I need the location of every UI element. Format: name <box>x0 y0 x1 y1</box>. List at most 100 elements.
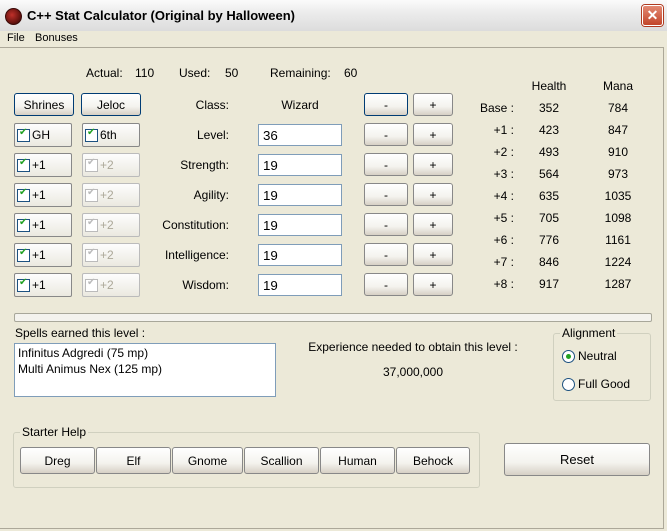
row-label: +8 : <box>493 277 514 291</box>
strength-minus-button[interactable]: - <box>364 153 408 176</box>
wisdom-input[interactable] <box>258 274 342 296</box>
agility-bonus-plus2-checkbox: +2 <box>82 183 140 207</box>
level-minus-button[interactable]: - <box>364 123 408 146</box>
close-icon: ✕ <box>646 7 659 23</box>
class-prev-button[interactable]: - <box>364 93 408 116</box>
level-label: Level: <box>196 128 229 142</box>
check-icon <box>17 187 30 202</box>
agility-input[interactable] <box>258 184 342 206</box>
check-icon <box>17 247 30 262</box>
level-input[interactable] <box>258 124 342 146</box>
wisdom-bonus-plus1-checkbox[interactable]: +1 <box>14 273 72 297</box>
intelligence-input[interactable] <box>258 244 342 266</box>
close-button[interactable]: ✕ <box>642 5 663 26</box>
check-icon <box>17 217 30 232</box>
race-behock-button[interactable]: Behock <box>396 447 470 474</box>
mana-value: 1161 <box>605 233 631 247</box>
agility-bonus-plus1-checkbox[interactable]: +1 <box>14 183 72 207</box>
constitution-bonus-plus1-checkbox[interactable]: +1 <box>14 213 72 237</box>
check-icon <box>17 277 30 292</box>
mana-value: 1035 <box>604 189 632 203</box>
agility-minus-button[interactable]: - <box>364 183 408 206</box>
intelligence-minus-button[interactable]: - <box>364 243 408 266</box>
intelligence-bonus-plus1-checkbox[interactable]: +1 <box>14 243 72 267</box>
check-icon <box>85 157 98 172</box>
row-label: +6 : <box>493 233 514 247</box>
health-value: 846 <box>538 255 560 269</box>
wisdom-minus-button[interactable]: - <box>364 273 408 296</box>
health-value: 705 <box>538 211 560 225</box>
menu-bonuses[interactable]: Bonuses <box>35 32 78 44</box>
agility-plus-button[interactable]: + <box>413 183 453 206</box>
intelligence-label: Intelligence: <box>164 248 229 262</box>
spells-label: Spells earned this level : <box>15 326 146 340</box>
neutral-radio[interactable] <box>562 350 575 363</box>
mana-value: 1224 <box>604 255 632 269</box>
check-icon <box>85 247 98 262</box>
alignment-title: Alignment <box>560 326 618 340</box>
shrines-button[interactable]: Shrines <box>14 93 74 116</box>
check-icon <box>85 217 98 232</box>
mana-value: 1287 <box>604 277 632 291</box>
full-good-label[interactable]: Full Good <box>578 377 630 391</box>
row-label: +7 : <box>493 255 514 269</box>
spells-list[interactable]: Infinitus Adgredi (75 mp) Multi Animus N… <box>14 343 276 397</box>
mana-header: Mana <box>602 79 634 93</box>
constitution-bonus-plus2-checkbox: +2 <box>82 213 140 237</box>
mana-value: 973 <box>607 167 629 181</box>
strength-plus-button[interactable]: + <box>413 153 453 176</box>
race-elf-button[interactable]: Elf <box>96 447 171 474</box>
row-label: +1 : <box>493 123 514 137</box>
full-good-radio[interactable] <box>562 378 575 391</box>
remaining-label: Remaining: <box>270 66 331 80</box>
constitution-minus-button[interactable]: - <box>364 213 408 236</box>
check-icon <box>17 127 30 142</box>
starter-help-title: Starter Help <box>20 425 89 439</box>
mana-value: 847 <box>607 123 629 137</box>
menu-file[interactable]: File <box>7 32 25 44</box>
list-item: Infinitus Adgredi (75 mp) <box>18 346 149 360</box>
row-label: Base : <box>479 101 514 115</box>
menu-bar <box>0 31 667 46</box>
constitution-input[interactable] <box>258 214 342 236</box>
agility-label: Agility: <box>193 188 229 202</box>
wisdom-bonus-plus2-checkbox: +2 <box>82 273 140 297</box>
health-value: 423 <box>538 123 560 137</box>
strength-bonus-plus2-checkbox: +2 <box>82 153 140 177</box>
gh-checkbox[interactable]: GH <box>14 123 72 147</box>
check-icon <box>85 277 98 292</box>
neutral-label[interactable]: Neutral <box>578 349 617 363</box>
mana-value: 784 <box>607 101 629 115</box>
level-plus-button[interactable]: + <box>413 123 453 146</box>
divider <box>14 313 652 322</box>
mana-value: 1098 <box>604 211 632 225</box>
wisdom-plus-button[interactable]: + <box>413 273 453 296</box>
strength-input[interactable] <box>258 154 342 176</box>
used-label: Used: <box>179 66 211 80</box>
intelligence-bonus-plus2-checkbox: +2 <box>82 243 140 267</box>
actual-value: 110 <box>135 66 155 80</box>
race-gnome-button[interactable]: Gnome <box>172 447 243 474</box>
used-value: 50 <box>225 66 239 80</box>
remaining-value: 60 <box>344 66 358 80</box>
row-label: +4 : <box>493 189 514 203</box>
race-scallion-button[interactable]: Scallion <box>244 447 319 474</box>
class-value[interactable]: Wizard <box>258 98 342 112</box>
intelligence-plus-button[interactable]: + <box>413 243 453 266</box>
6th-checkbox[interactable]: 6th <box>82 123 140 147</box>
race-dreg-button[interactable]: Dreg <box>20 447 95 474</box>
check-icon <box>85 127 98 142</box>
jeloc-button[interactable]: Jeloc <box>81 93 141 116</box>
experience-value: 37,000,000 <box>382 365 444 379</box>
reset-button[interactable]: Reset <box>504 443 650 476</box>
strength-label: Strength: <box>180 158 229 172</box>
constitution-plus-button[interactable]: + <box>413 213 453 236</box>
race-human-button[interactable]: Human <box>320 447 395 474</box>
check-icon <box>17 157 30 172</box>
health-value: 493 <box>538 145 560 159</box>
class-next-button[interactable]: + <box>413 93 453 116</box>
strength-bonus-plus1-checkbox[interactable]: +1 <box>14 153 72 177</box>
experience-label: Experience needed to obtain this level : <box>308 340 518 354</box>
health-value: 776 <box>538 233 560 247</box>
health-value: 352 <box>538 101 560 115</box>
